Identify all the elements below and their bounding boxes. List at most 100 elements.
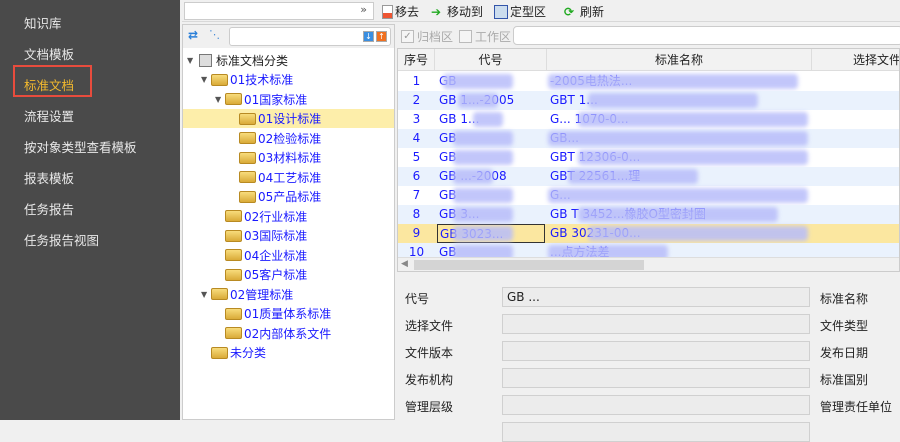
archive-checkbox[interactable]: ✓ 归档区: [401, 28, 453, 45]
folder-icon: [225, 327, 242, 339]
scroll-left-icon[interactable]: ◀: [401, 259, 408, 269]
redaction-mask: [578, 150, 808, 165]
field-label: 代号: [405, 292, 430, 306]
field-label-right: 文件类型: [820, 319, 869, 333]
folder-icon: [211, 288, 228, 300]
redaction-mask: [588, 226, 808, 241]
sidebar-item[interactable]: 流程设置: [24, 106, 74, 125]
table-row[interactable]: 3 GB 1... G... 1070-0...: [398, 110, 899, 129]
cell-no: 2: [412, 93, 421, 107]
move-doc-icon: ➔: [431, 4, 442, 19]
tree-node[interactable]: 02行业标准: [183, 207, 394, 226]
col-header-file[interactable]: 选择文件: [812, 49, 899, 71]
redaction-mask: [458, 93, 498, 108]
table-row[interactable]: 6 GB ...-2008 GBT 22561...理: [398, 167, 899, 186]
redaction-mask: [453, 150, 513, 165]
folder-icon: [239, 171, 256, 183]
refresh-icon: ⟳: [564, 4, 575, 19]
field-label-right: 发布日期: [820, 346, 869, 360]
field-label: 管理层级: [405, 400, 454, 414]
table-row[interactable]: 1 GB -2005电热法...: [398, 72, 899, 91]
tree-node[interactable]: ▼ 02管理标准: [183, 285, 394, 304]
redaction-mask: [578, 112, 808, 127]
cell-no: 5: [412, 150, 421, 164]
field-label-right: 管理责任单位: [820, 400, 893, 414]
tree-node[interactable]: 04工艺标准: [183, 168, 394, 187]
redaction-mask: [548, 188, 808, 203]
sidebar-item[interactable]: 知识库: [24, 13, 62, 32]
field-input[interactable]: [502, 314, 810, 334]
folder-icon: [239, 151, 256, 164]
expand-icon[interactable]: ▼: [201, 75, 211, 84]
chevron-down-icon: »: [360, 3, 367, 16]
tree-node[interactable]: 05客户标准: [183, 265, 394, 284]
fixed-area-icon: [494, 4, 508, 19]
col-header-code[interactable]: 代号: [435, 49, 547, 71]
tree-node[interactable]: 05产品标准: [183, 187, 394, 206]
tree-structure-icon[interactable]: ⋱: [209, 28, 220, 41]
cell-no: 1: [412, 74, 421, 88]
move-to-button[interactable]: ➔ 移动到: [431, 3, 483, 20]
redaction-mask: [453, 207, 513, 222]
field-input[interactable]: [502, 368, 810, 388]
redaction-mask: [453, 226, 513, 241]
cell-no: 3: [412, 112, 421, 126]
field-label-right: 标准名称: [820, 292, 869, 306]
tree-node[interactable]: 01质量体系标准: [183, 304, 394, 323]
tree-node[interactable]: 04企业标准: [183, 246, 394, 265]
tree-node[interactable]: 03国际标准: [183, 226, 394, 245]
table-row[interactable]: 9 GB 3023... GB 30231-00...: [398, 224, 899, 243]
refresh-button[interactable]: ⟳ 刷新: [564, 3, 604, 20]
remove-button[interactable]: 移去: [382, 3, 419, 20]
detail-form: 代号 GB ... 标准名称 选择文件 文件类型 文件版本 发布日期 发布机构 标准国…: [397, 275, 900, 442]
folder-icon: [225, 210, 242, 222]
tree-node[interactable]: 03材料标准: [183, 148, 394, 167]
col-header-no[interactable]: 序号: [398, 49, 435, 71]
redaction-mask: [453, 188, 513, 203]
table-row[interactable]: 4 GB GB...: [398, 129, 899, 148]
sync-icon[interactable]: ⇄: [188, 28, 198, 42]
sidebar-item[interactable]: 任务报告: [24, 199, 74, 218]
tree-node[interactable]: 02内部体系文件: [183, 324, 394, 343]
view-combo[interactable]: »: [184, 2, 374, 20]
sidebar-item[interactable]: 任务报告视图: [24, 230, 99, 249]
horizontal-scrollbar[interactable]: ◀: [398, 257, 899, 271]
tree-node[interactable]: ▼ 01国家标准: [183, 90, 394, 109]
redaction-mask: [588, 93, 758, 108]
expand-icon[interactable]: ▼: [215, 95, 225, 104]
sidebar-item[interactable]: 标准文档: [24, 75, 74, 94]
redaction-mask: [548, 74, 798, 89]
folder-icon: [225, 307, 242, 320]
category-tree-panel: ⇄ ⋱ ↓ ↑ ▼ 标准文档分类 ▼ 01技术标准 ▼ 01国家标准 01设计标准 02检验标…: [182, 24, 395, 420]
fixed-area-button[interactable]: 定型区: [494, 3, 546, 20]
expand-icon[interactable]: ▼: [187, 56, 197, 65]
tree-node[interactable]: 01设计标准: [183, 109, 394, 128]
folder-icon: [211, 346, 228, 359]
table-row[interactable]: 8 GB 3... GB T 3452...橡胶O型密封圈: [398, 205, 899, 224]
sidebar-item[interactable]: 按对象类型查看模板: [24, 137, 137, 156]
work-checkbox[interactable]: 工作区: [459, 28, 511, 45]
expand-icon[interactable]: ▼: [201, 290, 211, 299]
table-row[interactable]: 7 GB G...: [398, 186, 899, 205]
tree-node[interactable]: 未分类: [183, 343, 394, 362]
sidebar-item[interactable]: 报表模板: [24, 168, 74, 187]
tree-search-input[interactable]: ↓ ↑: [229, 27, 391, 46]
sidebar-item[interactable]: 文档模板: [24, 44, 74, 63]
arrow-down-icon[interactable]: ↓: [363, 31, 374, 42]
document-grid: 序号 代号 标准名称 选择文件 1 GB -2005电热法... 2 GB 1.…: [397, 48, 900, 272]
tree-node[interactable]: 02检验标准: [183, 129, 394, 148]
field-input[interactable]: [502, 395, 810, 415]
field-input[interactable]: GB ...: [502, 287, 810, 307]
col-header-name[interactable]: 标准名称: [547, 49, 812, 71]
field-input[interactable]: [502, 341, 810, 361]
root-icon: [199, 54, 212, 67]
tree-node[interactable]: ▼ 01技术标准: [183, 70, 394, 89]
toolbar: » 移去 ➔ 移动到 定型区 ⟳ 刷新: [182, 0, 900, 22]
table-row[interactable]: 2 GB 1...-2005 GBT 1...: [398, 91, 899, 110]
filter-input[interactable]: [513, 26, 900, 45]
redaction-mask: [473, 112, 503, 127]
cell-no: 8: [412, 207, 421, 221]
field-input[interactable]: [502, 422, 810, 442]
arrow-up-icon[interactable]: ↑: [376, 31, 387, 42]
table-row[interactable]: 5 GB GBT 12306-0...: [398, 148, 899, 167]
